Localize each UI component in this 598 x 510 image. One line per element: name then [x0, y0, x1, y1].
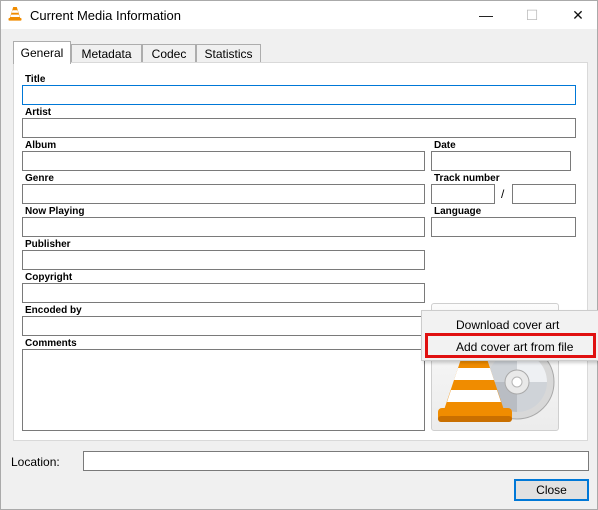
track-number-label: Track number [434, 173, 500, 184]
date-field[interactable] [431, 151, 571, 171]
date-label: Date [434, 140, 456, 151]
artist-field[interactable] [22, 118, 576, 138]
track-number-field[interactable] [431, 184, 495, 204]
maximize-button[interactable]: ☐ [509, 1, 555, 29]
menu-item-download-cover-art[interactable]: Download cover art [422, 314, 598, 336]
copyright-label: Copyright [25, 272, 73, 283]
close-button[interactable]: Close [514, 479, 589, 501]
language-label: Language [434, 206, 482, 217]
encoded-by-label: Encoded by [25, 305, 82, 316]
location-field[interactable] [83, 451, 589, 471]
media-info-window: Current Media Information — ☐ ✕ General … [0, 0, 598, 510]
comments-field[interactable] [22, 349, 425, 431]
title-label: Title [25, 74, 46, 85]
close-window-button[interactable]: ✕ [555, 1, 598, 29]
publisher-label: Publisher [25, 239, 71, 250]
genre-label: Genre [25, 173, 54, 184]
tab-statistics[interactable]: Statistics [196, 44, 261, 63]
now-playing-label: Now Playing [25, 206, 85, 217]
now-playing-field[interactable] [22, 217, 425, 237]
maximize-icon: ☐ [525, 6, 539, 23]
minimize-button[interactable]: — [463, 1, 509, 29]
minimize-icon: — [479, 7, 493, 23]
tab-metadata[interactable]: Metadata [71, 44, 142, 63]
language-field[interactable] [431, 217, 576, 237]
title-bar[interactable]: Current Media Information — ☐ ✕ [1, 1, 597, 29]
tab-general[interactable]: General [13, 41, 71, 64]
encoded-by-field[interactable] [22, 316, 425, 336]
genre-field[interactable] [22, 184, 425, 204]
vlc-cone-icon [8, 7, 22, 21]
artist-label: Artist [25, 107, 52, 118]
location-label: Location: [11, 455, 60, 469]
album-label: Album [25, 140, 57, 151]
menu-item-add-cover-art-from-file[interactable]: Add cover art from file [422, 336, 598, 358]
tab-codec[interactable]: Codec [142, 44, 196, 63]
publisher-field[interactable] [22, 250, 425, 270]
album-field[interactable] [22, 151, 425, 171]
track-separator: / [501, 187, 505, 201]
cover-art-context-menu: Download cover art Add cover art from fi… [421, 310, 598, 361]
close-icon: ✕ [572, 6, 584, 23]
comments-label: Comments [25, 338, 77, 349]
copyright-field[interactable] [22, 283, 425, 303]
track-total-field[interactable] [512, 184, 576, 204]
window-title: Current Media Information [30, 8, 182, 23]
title-field[interactable] [22, 85, 576, 105]
